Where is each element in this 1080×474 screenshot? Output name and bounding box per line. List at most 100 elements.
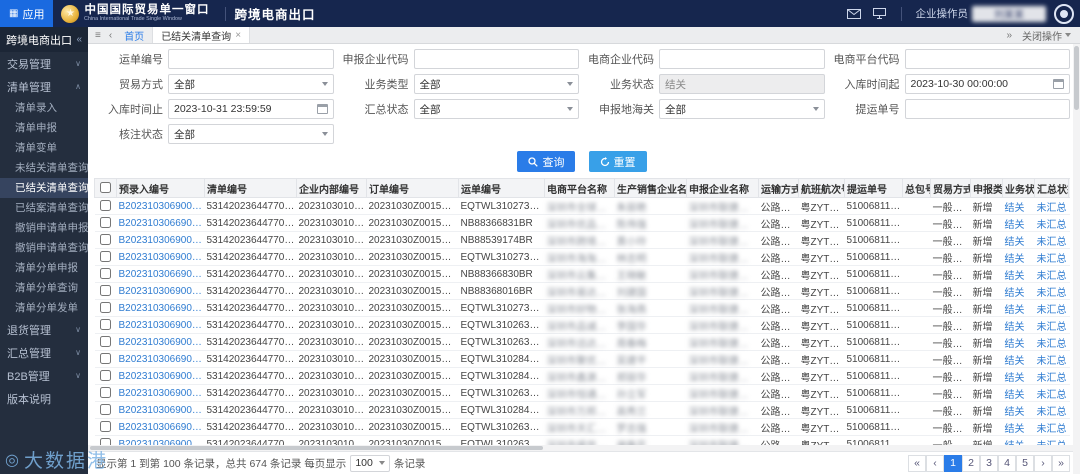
column-header-bl[interactable]: 提运单号 bbox=[844, 178, 903, 198]
vertical-scrollbar[interactable] bbox=[1073, 44, 1080, 474]
row-checkbox[interactable] bbox=[100, 200, 111, 212]
horizontal-scrollbar[interactable] bbox=[88, 445, 1073, 451]
page-size-select[interactable]: 100 bbox=[350, 454, 390, 472]
cell-pre[interactable]: B2023103066900441 bbox=[116, 214, 205, 232]
sidebar-item-已结关清单查询[interactable]: 已结关清单查询 bbox=[0, 178, 88, 198]
apps-menu-button[interactable]: ▦ 应用 bbox=[0, 0, 54, 27]
row-checkbox[interactable] bbox=[100, 353, 111, 365]
row-checkbox[interactable] bbox=[100, 421, 111, 433]
monitor-icon[interactable] bbox=[870, 6, 890, 22]
column-header-flight[interactable]: 航班航次号 bbox=[798, 178, 845, 198]
row-checkbox[interactable] bbox=[100, 336, 111, 348]
cell-pre[interactable]: B2023103069001521 bbox=[116, 384, 205, 402]
sidebar-item-未结关清单查询[interactable]: 未结关清单查询 bbox=[0, 158, 88, 178]
calendar-icon[interactable] bbox=[316, 104, 328, 114]
pager-next-button[interactable]: › bbox=[1034, 454, 1052, 472]
pager-prev-button[interactable]: ‹ bbox=[926, 454, 944, 472]
pager-first-button[interactable]: « bbox=[908, 454, 926, 472]
field-input-申报企业代码[interactable] bbox=[413, 49, 579, 69]
column-header-internal[interactable]: 企业内部编号 bbox=[296, 178, 367, 198]
cell-pre[interactable]: B2023103066900445 bbox=[116, 350, 205, 368]
field-input-运单编号[interactable] bbox=[168, 49, 334, 69]
sidebar-group-交易管理[interactable]: 交易管理 ∨ bbox=[0, 52, 88, 75]
field-select-贸易方式[interactable]: 全部 bbox=[168, 74, 334, 94]
search-button[interactable]: 查询 bbox=[517, 151, 576, 172]
row-checkbox[interactable] bbox=[100, 217, 111, 229]
column-header-sum[interactable]: 汇总状态 bbox=[1034, 178, 1069, 198]
field-date-入库时间止[interactable]: 2023-10-31 23:59:59 bbox=[168, 99, 334, 119]
column-header-listno[interactable]: 清单编号 bbox=[204, 178, 297, 198]
close-operations-menu[interactable]: 关闭操作 bbox=[1016, 28, 1077, 43]
field-input-提运单号[interactable] bbox=[904, 99, 1070, 119]
column-header-select[interactable] bbox=[94, 178, 117, 198]
field-date-入库时间起[interactable]: 2023-10-30 00:00:00 bbox=[904, 74, 1070, 94]
row-checkbox[interactable] bbox=[100, 319, 111, 331]
sidebar-group-B2B管理[interactable]: B2B管理 ∨ bbox=[0, 364, 88, 387]
sidebar-item-撤销申请单查询[interactable]: 撤销申请单查询 bbox=[0, 238, 88, 258]
field-select-汇总状态[interactable]: 全部 bbox=[413, 99, 579, 119]
cell-pre[interactable]: B2023103066900446 bbox=[116, 418, 205, 436]
sidebar-item-清单变单[interactable]: 清单变单 bbox=[0, 138, 88, 158]
row-checkbox[interactable] bbox=[100, 285, 111, 297]
row-checkbox[interactable] bbox=[100, 404, 111, 416]
row-checkbox[interactable] bbox=[100, 302, 111, 314]
cell-pre[interactable]: B2023103069001528 bbox=[116, 197, 205, 215]
sidebar-item-清单分单发单[interactable]: 清单分单发单 bbox=[0, 298, 88, 318]
pager-page-5[interactable]: 5 bbox=[1016, 454, 1034, 472]
cell-pre[interactable]: B2023103069001524 bbox=[116, 282, 205, 300]
pager-page-1[interactable]: 1 bbox=[944, 454, 962, 472]
field-select-核注状态[interactable]: 全部 bbox=[168, 124, 334, 144]
select-all-checkbox[interactable] bbox=[100, 182, 111, 194]
pager-page-2[interactable]: 2 bbox=[962, 454, 980, 472]
sidebar-item-撤销申请单申报[interactable]: 撤销申请单申报 bbox=[0, 218, 88, 238]
tab-已结关清单查询[interactable]: 已结关清单查询 × bbox=[153, 27, 251, 43]
field-select-申报地海关[interactable]: 全部 bbox=[659, 99, 825, 119]
tab-scroll-right-icon[interactable]: » bbox=[1002, 30, 1016, 41]
calendar-icon[interactable] bbox=[1053, 79, 1064, 89]
column-header-check[interactable]: 核注状态 bbox=[1068, 178, 1070, 198]
sidebar-item-已结案清单查询[interactable]: 已结案清单查询 bbox=[0, 198, 88, 218]
column-header-declarer[interactable]: 申报企业名称 bbox=[686, 178, 759, 198]
column-header-biz[interactable]: 业务状态 bbox=[1002, 178, 1035, 198]
row-checkbox[interactable] bbox=[100, 387, 111, 399]
column-header-producer[interactable]: 生产销售企业名称 bbox=[614, 178, 687, 198]
column-header-dtype[interactable]: 申报类型 bbox=[970, 178, 1003, 198]
pager-page-3[interactable]: 3 bbox=[980, 454, 998, 472]
username-redacted[interactable]: 刘某某 bbox=[972, 5, 1046, 22]
row-checkbox[interactable] bbox=[100, 234, 111, 246]
session-status-icon[interactable] bbox=[1054, 3, 1074, 24]
field-select-业务类型[interactable]: 全部 bbox=[413, 74, 579, 94]
cell-pre[interactable]: B2023103069000227 bbox=[116, 367, 205, 385]
pager-page-4[interactable]: 4 bbox=[998, 454, 1016, 472]
column-header-transport[interactable]: 运输方式 bbox=[758, 178, 799, 198]
column-header-platform[interactable]: 电商平台名称 bbox=[544, 178, 615, 198]
cell-pre[interactable]: B2023103069000231 bbox=[116, 231, 205, 249]
column-header-pack[interactable]: 总包号 bbox=[902, 178, 931, 198]
column-header-order[interactable]: 订单编号 bbox=[366, 178, 459, 198]
column-header-trade[interactable]: 贸易方式 bbox=[930, 178, 971, 198]
sidebar-item-清单录入[interactable]: 清单录入 bbox=[0, 98, 88, 118]
field-input-电商企业代码[interactable] bbox=[659, 49, 825, 69]
sidebar-item-清单分单查询[interactable]: 清单分单查询 bbox=[0, 278, 88, 298]
sidebar-group-清单管理[interactable]: 清单管理 ∧ bbox=[0, 75, 88, 98]
cell-pre[interactable]: B2023103069001525 bbox=[116, 248, 205, 266]
tab-首页[interactable]: 首页 bbox=[116, 27, 154, 43]
pager-last-button[interactable]: » bbox=[1052, 454, 1070, 472]
row-checkbox[interactable] bbox=[100, 268, 111, 280]
row-checkbox[interactable] bbox=[100, 370, 111, 382]
tab-menu-icon[interactable]: ≡ bbox=[91, 30, 105, 41]
cell-pre[interactable]: B2023103069001523 bbox=[116, 316, 205, 334]
field-input-电商平台代码[interactable] bbox=[904, 49, 1070, 69]
sidebar-collapse-icon[interactable]: « bbox=[76, 34, 82, 45]
reset-button[interactable]: 重置 bbox=[588, 151, 647, 172]
column-header-pre[interactable]: 预录入编号 bbox=[116, 178, 205, 198]
cell-pre[interactable]: B2023103066900443 bbox=[116, 265, 205, 283]
sidebar-item-清单申报[interactable]: 清单申报 bbox=[0, 118, 88, 138]
mail-icon[interactable] bbox=[844, 6, 864, 22]
row-checkbox[interactable] bbox=[100, 251, 111, 263]
sidebar-group-汇总管理[interactable]: 汇总管理 ∨ bbox=[0, 341, 88, 364]
cell-pre[interactable]: B2023103069000226 bbox=[116, 401, 205, 419]
sidebar-item-清单分单申报[interactable]: 清单分单申报 bbox=[0, 258, 88, 278]
cell-pre[interactable]: B2023103069001522 bbox=[116, 333, 205, 351]
sidebar-group-版本说明[interactable]: 版本说明 bbox=[0, 387, 88, 410]
